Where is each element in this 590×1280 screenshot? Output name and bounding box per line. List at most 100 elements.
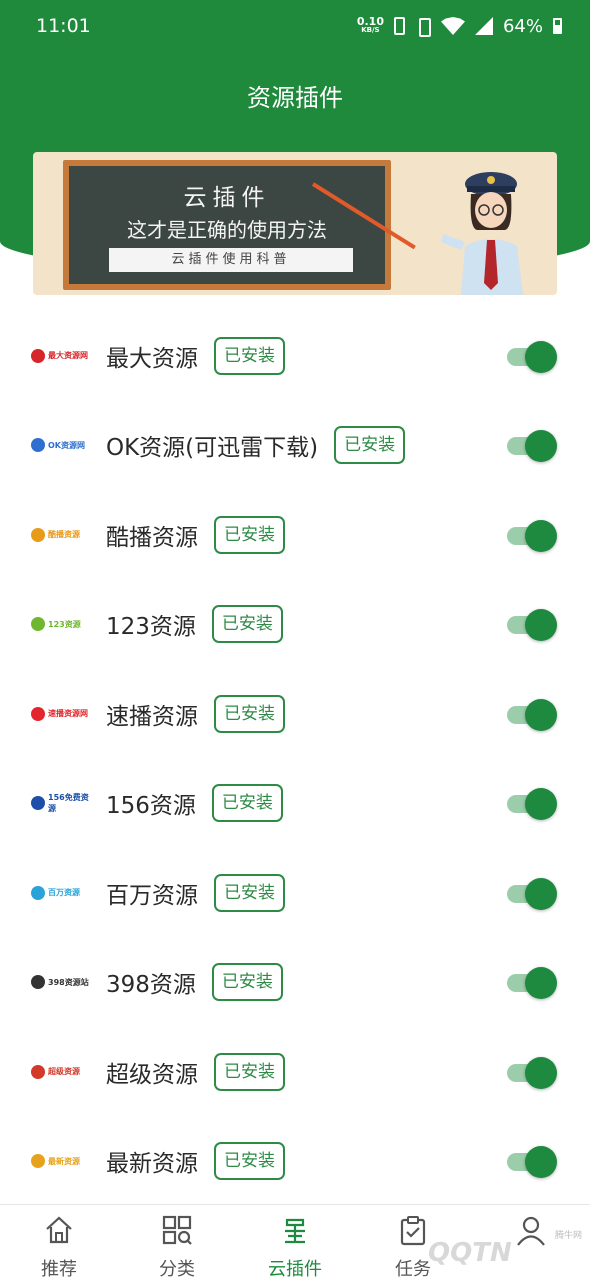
battery-percent: 64% [502, 15, 543, 37]
plugin-row[interactable]: 超级资源 超级资源 已安装 [0, 1027, 590, 1117]
plugin-logo: 速播资源网 [31, 703, 89, 725]
plugin-logo-mark-icon [31, 796, 45, 811]
banner-headline: 这才是正确的使用方法 [127, 218, 327, 242]
plugin-logo: OK资源网 [31, 434, 89, 456]
battery-icon [553, 18, 562, 34]
plugin-name: 酷播资源 [106, 524, 198, 551]
toggle-knob [525, 430, 557, 463]
plugin-logo: 百万资源 [31, 882, 89, 904]
toggle-knob [525, 967, 557, 1000]
watermark: QQTN 腾牛网 [428, 1231, 586, 1278]
plugin-name: 最新资源 [106, 1151, 198, 1178]
plugin-row[interactable]: 百万资源 百万资源 已安装 [0, 848, 590, 938]
status-icons: 0.10 KB/S 64% [357, 16, 562, 37]
watermark-text: QQTN [428, 1238, 512, 1268]
plugin-name: OK资源(可迅雷下载) [106, 435, 319, 462]
plugin-enable-toggle[interactable] [507, 340, 557, 373]
plugin-row[interactable]: 速播资源网 速播资源 已安装 [0, 669, 590, 759]
plugin-name: 最大资源 [106, 345, 198, 372]
plugin-logo-text: 398资源站 [48, 977, 89, 987]
plugin-icon [279, 1214, 311, 1246]
plugin-name: 398资源 [106, 972, 196, 999]
toggle-knob [525, 1056, 557, 1089]
plugin-logo: 123资源 [31, 613, 89, 635]
plugin-logo-text: 酷播资源 [48, 530, 80, 540]
installed-badge: 已安装 [211, 784, 283, 823]
toggle-knob [525, 877, 557, 910]
nav-tab-label: 推荐 [41, 1259, 77, 1280]
signal-icon [474, 17, 493, 35]
banner-chalkboard: 云插件 这才是正确的使用方法 云插件使用科普 [63, 160, 391, 290]
page-title: 资源插件 [247, 84, 343, 112]
plugin-logo-mark-icon [31, 706, 45, 721]
plugin-row[interactable]: 123资源 123资源 已安装 [0, 580, 590, 670]
plugin-enable-toggle[interactable] [507, 966, 557, 1000]
plugin-logo-mark-icon [31, 885, 45, 900]
plugin-enable-toggle[interactable] [507, 787, 557, 821]
status-time: 11:01 [36, 15, 91, 37]
plugin-logo-text: 123资源 [48, 619, 81, 629]
plugin-name: 百万资源 [106, 882, 198, 909]
plugin-enable-toggle[interactable] [507, 877, 557, 910]
toggle-knob [525, 609, 557, 642]
plugin-row[interactable]: 398资源站 398资源 已安装 [0, 938, 590, 1028]
nav-tab-label: 云插件 [268, 1259, 322, 1280]
plugin-enable-toggle[interactable] [507, 1145, 557, 1179]
plugin-enable-toggle[interactable] [507, 698, 557, 731]
plugin-logo-text: 最大资源网 [48, 351, 88, 361]
plugin-logo-text: 速播资源网 [48, 709, 88, 719]
installed-badge: 已安装 [334, 426, 406, 465]
plugin-logo: 398资源站 [31, 971, 89, 993]
wifi-icon [440, 17, 465, 35]
plugin-name: 速播资源 [106, 703, 198, 730]
plugin-name: 156资源 [106, 793, 196, 820]
plugin-row[interactable]: 酷播资源 酷播资源 已安装 [0, 490, 590, 580]
plugin-enable-toggle[interactable] [507, 519, 557, 552]
plugin-logo-text: 超级资源 [48, 1067, 80, 1077]
phone-icon [393, 17, 405, 35]
plugin-logo: 最新资源 [31, 1150, 89, 1172]
watermark-small-text: 腾牛网 [554, 1231, 582, 1241]
plugin-row[interactable]: 最大资源网 最大资源 已安装 [0, 311, 590, 401]
banner-subtitle: 云插件使用科普 [109, 248, 353, 272]
plugin-enable-toggle[interactable] [507, 608, 557, 642]
plugin-row[interactable]: OK资源网 OK资源(可迅雷下载) 已安装 [0, 401, 590, 491]
installed-badge: 已安装 [211, 605, 283, 644]
vibrate-icon [415, 17, 431, 37]
plugin-logo-text: 156免费资源 [48, 793, 89, 814]
plugin-logo-mark-icon [31, 438, 45, 453]
toggle-knob [525, 698, 557, 731]
installed-badge: 已安装 [214, 694, 285, 733]
installed-badge: 已安装 [214, 873, 285, 912]
plugin-enable-toggle[interactable] [507, 1056, 557, 1089]
nav-tab-1[interactable]: 推荐 [0, 1205, 118, 1280]
toggle-knob [525, 1146, 557, 1179]
plugin-logo: 超级资源 [31, 1061, 89, 1083]
plugin-logo-mark-icon [31, 527, 45, 542]
plugin-row[interactable]: 156免费资源 156资源 已安装 [0, 759, 590, 849]
clipboard-check-icon [397, 1214, 429, 1246]
plugin-logo-text: OK资源网 [48, 440, 85, 450]
plugin-logo-mark-icon [31, 348, 45, 363]
plugin-logo: 最大资源网 [31, 345, 89, 367]
nav-tab-label: 分类 [159, 1259, 195, 1280]
plugin-row[interactable]: 最新资源 最新资源 已安装 [0, 1117, 590, 1207]
banner-title: 云插件 [183, 185, 271, 211]
plugin-logo-text: 百万资源 [48, 888, 80, 898]
plugin-name: 123资源 [106, 614, 196, 641]
installed-badge: 已安装 [214, 1052, 285, 1091]
nav-tab-2[interactable]: 分类 [118, 1205, 236, 1280]
plugin-list: 最大资源网 最大资源 已安装 OK资源网 OK资源(可迅雷下载) 已安装 酷播资源 酷播资源已… [0, 311, 590, 1206]
nav-tab-3[interactable]: 云插件 [236, 1205, 354, 1280]
category-grid-icon [161, 1214, 193, 1246]
network-speed-unit: KB/S [361, 26, 380, 34]
promo-banner[interactable]: 云插件 这才是正确的使用方法 云插件使用科普 [33, 152, 557, 295]
plugin-logo: 156免费资源 [31, 792, 89, 814]
installed-badge: 已安装 [214, 515, 285, 554]
toggle-knob [525, 788, 557, 821]
plugin-logo-mark-icon [31, 975, 45, 990]
plugin-enable-toggle[interactable] [507, 429, 557, 463]
status-bar: 11:01 0.10 KB/S 64% [0, 0, 590, 52]
installed-badge: 已安装 [214, 336, 285, 375]
network-speed-value: 0.10 [356, 15, 384, 28]
